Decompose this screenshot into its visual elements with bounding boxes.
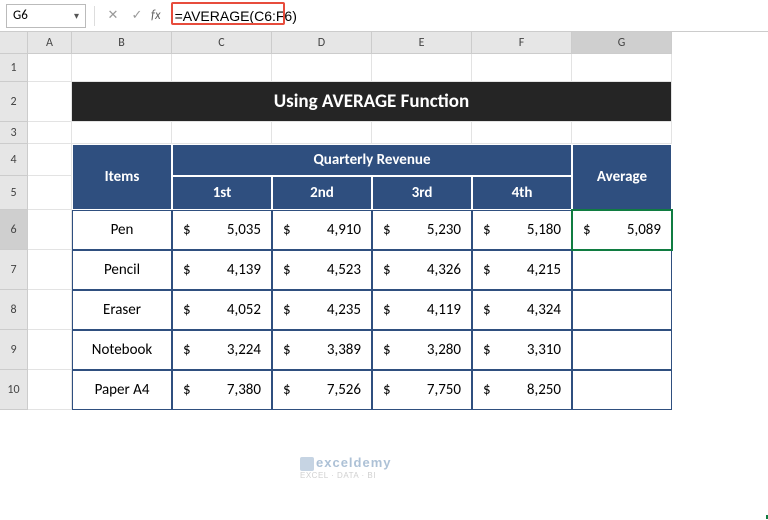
cell-A8[interactable] bbox=[28, 290, 72, 330]
header-items[interactable]: Items bbox=[72, 144, 172, 210]
cell-E10[interactable]: $7,750 bbox=[372, 370, 472, 410]
cell-B7[interactable]: Pencil bbox=[72, 250, 172, 290]
cell-E7[interactable]: $4,326 bbox=[372, 250, 472, 290]
col-header-D[interactable]: D bbox=[272, 32, 372, 54]
cell-E3[interactable] bbox=[372, 122, 472, 144]
col-header-G[interactable]: G bbox=[572, 32, 672, 54]
cell-B6[interactable]: Pen bbox=[72, 210, 172, 250]
cell-G10[interactable] bbox=[572, 370, 672, 410]
cell-C3[interactable] bbox=[172, 122, 272, 144]
cell-C7[interactable]: $4,139 bbox=[172, 250, 272, 290]
col-header-F[interactable]: F bbox=[472, 32, 572, 54]
cell-G3[interactable] bbox=[572, 122, 672, 144]
cell-D9[interactable]: $3,389 bbox=[272, 330, 372, 370]
enter-icon[interactable]: ✓ bbox=[127, 6, 147, 26]
col-header-E[interactable]: E bbox=[372, 32, 472, 54]
row-header-5[interactable]: 5 bbox=[0, 176, 28, 210]
cell-A1[interactable] bbox=[28, 54, 72, 82]
page-title: Using AVERAGE Function bbox=[274, 90, 469, 113]
cell-A4[interactable] bbox=[28, 144, 72, 176]
title-band[interactable]: Using AVERAGE Function bbox=[72, 82, 672, 122]
cell-F7[interactable]: $4,215 bbox=[472, 250, 572, 290]
row-header-6[interactable]: 6 bbox=[0, 210, 28, 250]
cell-A6[interactable] bbox=[28, 210, 72, 250]
separator bbox=[94, 6, 95, 26]
cell-F10[interactable]: $8,250 bbox=[472, 370, 572, 410]
row-header-10[interactable]: 10 bbox=[0, 370, 28, 410]
cell-A7[interactable] bbox=[28, 250, 72, 290]
select-all-corner[interactable] bbox=[0, 32, 28, 54]
cell-E1[interactable] bbox=[372, 54, 472, 82]
watermark-logo-icon bbox=[300, 457, 314, 471]
formula-bar-row: G6 ▾ ✕ ✓ fx =AVERAGE(C6:F6) bbox=[0, 0, 768, 32]
cell-F1[interactable] bbox=[472, 54, 572, 82]
cell-A9[interactable] bbox=[28, 330, 72, 370]
cell-D6[interactable]: $4,910 bbox=[272, 210, 372, 250]
cell-F6[interactable]: $5,180 bbox=[472, 210, 572, 250]
cancel-icon[interactable]: ✕ bbox=[103, 6, 123, 26]
cell-F9[interactable]: $3,310 bbox=[472, 330, 572, 370]
cell-G7[interactable] bbox=[572, 250, 672, 290]
cell-B10[interactable]: Paper A4 bbox=[72, 370, 172, 410]
header-q3[interactable]: 3rd bbox=[372, 176, 472, 210]
col-header-B[interactable]: B bbox=[72, 32, 172, 54]
spreadsheet-grid[interactable]: A B C D E F G 1 2 Using AVERAGE Function… bbox=[0, 32, 768, 410]
col-header-A[interactable]: A bbox=[28, 32, 72, 54]
row-header-7[interactable]: 7 bbox=[0, 250, 28, 290]
cell-G1[interactable] bbox=[572, 54, 672, 82]
cell-D10[interactable]: $7,526 bbox=[272, 370, 372, 410]
header-q4[interactable]: 4th bbox=[472, 176, 572, 210]
cell-C9[interactable]: $3,224 bbox=[172, 330, 272, 370]
cell-A10[interactable] bbox=[28, 370, 72, 410]
cell-A2[interactable] bbox=[28, 82, 72, 122]
row-header-4[interactable]: 4 bbox=[0, 144, 28, 176]
cell-G8[interactable] bbox=[572, 290, 672, 330]
row-header-2[interactable]: 2 bbox=[0, 82, 28, 122]
cell-F3[interactable] bbox=[472, 122, 572, 144]
cell-G6[interactable]: $5,089 bbox=[572, 210, 672, 250]
cell-G9[interactable] bbox=[572, 330, 672, 370]
cell-B1[interactable] bbox=[72, 54, 172, 82]
row-header-9[interactable]: 9 bbox=[0, 330, 28, 370]
cell-C8[interactable]: $4,052 bbox=[172, 290, 272, 330]
cell-E6[interactable]: $5,230 bbox=[372, 210, 472, 250]
cell-B8[interactable]: Eraser bbox=[72, 290, 172, 330]
cell-C6[interactable]: $5,035 bbox=[172, 210, 272, 250]
fx-icon[interactable]: fx bbox=[151, 8, 161, 23]
row-header-3[interactable]: 3 bbox=[0, 122, 28, 144]
cell-C1[interactable] bbox=[172, 54, 272, 82]
chevron-down-icon[interactable]: ▾ bbox=[74, 9, 79, 22]
row-header-8[interactable]: 8 bbox=[0, 290, 28, 330]
cell-D1[interactable] bbox=[272, 54, 372, 82]
cell-B3[interactable] bbox=[72, 122, 172, 144]
cell-A5[interactable] bbox=[28, 176, 72, 210]
header-quarterly[interactable]: Quarterly Revenue bbox=[172, 144, 572, 176]
col-header-C[interactable]: C bbox=[172, 32, 272, 54]
cell-F8[interactable]: $4,324 bbox=[472, 290, 572, 330]
cell-A3[interactable] bbox=[28, 122, 72, 144]
name-box[interactable]: G6 ▾ bbox=[6, 4, 86, 28]
formula-bar-input[interactable] bbox=[171, 4, 762, 28]
cell-C10[interactable]: $7,380 bbox=[172, 370, 272, 410]
cell-D7[interactable]: $4,523 bbox=[272, 250, 372, 290]
row-header-1[interactable]: 1 bbox=[0, 54, 28, 82]
cell-D8[interactable]: $4,235 bbox=[272, 290, 372, 330]
name-box-value: G6 bbox=[13, 8, 28, 23]
cell-D3[interactable] bbox=[272, 122, 372, 144]
cell-B9[interactable]: Notebook bbox=[72, 330, 172, 370]
cell-E8[interactable]: $4,119 bbox=[372, 290, 472, 330]
header-q1[interactable]: 1st bbox=[172, 176, 272, 210]
header-average[interactable]: Average bbox=[572, 144, 672, 210]
cell-E9[interactable]: $3,280 bbox=[372, 330, 472, 370]
watermark: exceldemy EXCEL · DATA · BI bbox=[300, 455, 392, 480]
header-q2[interactable]: 2nd bbox=[272, 176, 372, 210]
